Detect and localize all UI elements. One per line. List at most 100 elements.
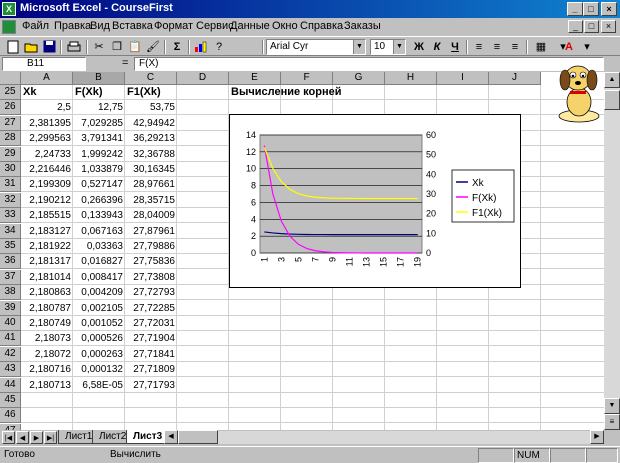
row-header-44[interactable]: 44 <box>0 377 21 393</box>
chart-wizard-icon[interactable] <box>192 39 210 55</box>
column-header-a[interactable]: A <box>21 72 73 85</box>
table-cell[interactable]: 2,180749 <box>21 316 73 331</box>
scroll-left-icon[interactable]: ◀ <box>164 430 178 444</box>
table-cell[interactable]: 2,24733 <box>21 147 73 162</box>
menu-format[interactable]: Формат <box>154 20 193 32</box>
menu-help[interactable]: Справка <box>300 20 343 32</box>
doc-restore-button[interactable]: □ <box>584 20 599 33</box>
row-header-40[interactable]: 40 <box>0 316 21 331</box>
vertical-scrollbar[interactable]: ▲ ▼ ≡ <box>604 72 620 430</box>
chart[interactable]: 0 2 4 6 8 10 12 14 0 10 20 30 40 50 60 1 3 5 7 9 11 13 15 17 19 X… <box>229 114 521 288</box>
doc-minimize-button[interactable]: _ <box>568 20 583 33</box>
row-header-25[interactable]: 25 <box>0 85 21 100</box>
table-cell[interactable]: 0,001052 <box>73 316 125 331</box>
menu-tools[interactable]: Сервис <box>196 20 234 32</box>
row-header-28[interactable]: 28 <box>0 131 21 147</box>
table-cell[interactable]: 42,94942 <box>125 116 177 131</box>
menu-insert[interactable]: Вставка <box>112 20 153 32</box>
align-left-icon[interactable]: ≡ <box>470 39 488 55</box>
row-header-32[interactable]: 32 <box>0 192 21 208</box>
table-cell[interactable]: 0,527147 <box>73 177 125 192</box>
table-cell[interactable]: 1,033879 <box>73 162 125 177</box>
table-cell[interactable]: 2,190212 <box>21 193 73 208</box>
row-header-46[interactable]: 46 <box>0 408 21 424</box>
underline-button[interactable]: Ч <box>446 39 464 55</box>
table-cell[interactable]: 0,133943 <box>73 208 125 223</box>
scroll-up-icon[interactable]: ▲ <box>604 72 620 88</box>
table-cell[interactable]: 2,183127 <box>21 224 73 239</box>
table-cell[interactable]: 2,180787 <box>21 301 73 316</box>
font-select[interactable]: Arial Cyr ▼ <box>266 39 366 55</box>
column-header-j[interactable]: J <box>489 72 541 85</box>
chevron-down-icon[interactable]: ▼ <box>353 40 365 54</box>
table-cell[interactable]: 53,75 <box>125 100 177 115</box>
table-cell[interactable]: 7,029285 <box>73 116 125 131</box>
table-cell[interactable]: 0,016827 <box>73 254 125 269</box>
table-cell[interactable]: 30,16345 <box>125 162 177 177</box>
table-cell[interactable]: 2,199309 <box>21 177 73 192</box>
table-cell[interactable]: 2,180716 <box>21 362 73 377</box>
select-all-corner[interactable] <box>0 72 21 85</box>
cell-header-a[interactable]: Xk <box>21 85 73 100</box>
table-cell[interactable]: 27,72285 <box>125 301 177 316</box>
menu-view[interactable]: Вид <box>90 20 110 32</box>
menu-window[interactable]: Окно <box>272 20 298 32</box>
table-cell[interactable]: 2,18072 <box>21 347 73 362</box>
save-icon[interactable] <box>40 39 58 55</box>
table-cell[interactable]: 2,381395 <box>21 116 73 131</box>
table-cell[interactable]: 0,004209 <box>73 285 125 300</box>
menu-file[interactable]: Файл <box>22 20 49 32</box>
bold-button[interactable]: Ж <box>410 39 428 55</box>
table-cell[interactable]: 2,181922 <box>21 239 73 254</box>
chevron-down-icon[interactable]: ▼ <box>393 40 405 54</box>
column-header-d[interactable]: D <box>177 72 229 85</box>
table-cell[interactable]: 28,04009 <box>125 208 177 223</box>
row-header-45[interactable]: 45 <box>0 393 21 408</box>
table-cell[interactable]: 0,03363 <box>73 239 125 254</box>
menu-orders[interactable]: Заказы <box>344 20 381 32</box>
close-button[interactable]: × <box>601 2 617 16</box>
paste-icon[interactable]: 📋 <box>126 39 144 55</box>
first-sheet-icon[interactable]: |◀ <box>2 431 15 444</box>
row-header-38[interactable]: 38 <box>0 285 21 301</box>
row-header-37[interactable]: 37 <box>0 269 21 285</box>
row-header-29[interactable]: 29 <box>0 146 21 162</box>
table-cell[interactable]: 0,000526 <box>73 331 125 346</box>
table-cell[interactable]: 27,72031 <box>125 316 177 331</box>
row-header-30[interactable]: 30 <box>0 162 21 177</box>
prev-sheet-icon[interactable]: ◀ <box>16 431 29 444</box>
column-header-f[interactable]: F <box>281 72 333 85</box>
open-icon[interactable] <box>22 39 40 55</box>
table-cell[interactable]: 27,73808 <box>125 270 177 285</box>
column-header-i[interactable]: I <box>437 72 489 85</box>
table-cell[interactable]: 3,791341 <box>73 131 125 146</box>
row-header-33[interactable]: 33 <box>0 208 21 224</box>
table-cell[interactable]: 1,999242 <box>73 147 125 162</box>
scroll-down-icon[interactable]: ▼ <box>604 398 620 414</box>
italic-button[interactable]: К <box>428 39 446 55</box>
scroll-right-icon[interactable]: ▶ <box>590 430 604 444</box>
cut-icon[interactable]: ✂ <box>90 39 108 55</box>
table-cell[interactable]: 27,71904 <box>125 331 177 346</box>
row-header-42[interactable]: 42 <box>0 346 21 362</box>
row-header-43[interactable]: 43 <box>0 362 21 378</box>
cell-header-b[interactable]: F(Xk) <box>73 85 125 100</box>
column-header-e[interactable]: E <box>229 72 281 85</box>
row-header-39[interactable]: 39 <box>0 300 21 316</box>
table-cell[interactable]: 36,29213 <box>125 131 177 146</box>
table-cell[interactable]: 6,58E-05 <box>73 378 125 393</box>
table-cell[interactable]: 27,71809 <box>125 362 177 377</box>
table-cell[interactable]: 12,75 <box>73 100 125 115</box>
chevron-down-icon[interactable]: ▾ <box>578 39 596 55</box>
menu-edit[interactable]: Правка <box>54 20 91 32</box>
row-header-35[interactable]: 35 <box>0 239 21 254</box>
table-cell[interactable]: 2,5 <box>21 100 73 115</box>
minimize-button[interactable]: _ <box>567 2 583 16</box>
table-cell[interactable]: 27,71841 <box>125 347 177 362</box>
borders-icon[interactable]: ▦ <box>532 39 550 55</box>
table-cell[interactable]: 2,299563 <box>21 131 73 146</box>
table-cell[interactable]: 0,002105 <box>73 301 125 316</box>
table-cell[interactable]: 0,266396 <box>73 193 125 208</box>
copy-icon[interactable]: ❐ <box>108 39 126 55</box>
maximize-button[interactable]: □ <box>583 2 599 16</box>
